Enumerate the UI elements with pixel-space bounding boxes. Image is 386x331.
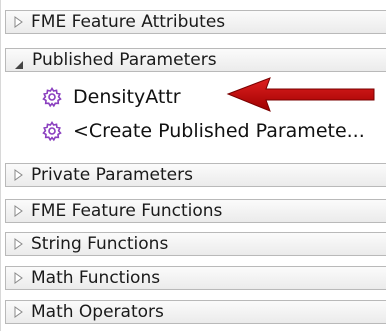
section-label: Private Parameters — [31, 165, 193, 185]
expand-arrow-icon[interactable] — [14, 272, 23, 284]
expand-arrow-icon[interactable] — [14, 16, 23, 28]
create-published-parameter-item[interactable]: <Create Published Paramete... — [41, 118, 365, 144]
section-label: FME Feature Attributes — [31, 12, 226, 32]
section-label: String Functions — [31, 234, 169, 254]
expand-arrow-icon[interactable] — [14, 169, 23, 181]
collapse-arrow-icon[interactable] — [14, 55, 24, 69]
parameter-label: DensityAttr — [73, 86, 181, 108]
section-label: Math Functions — [31, 268, 161, 288]
parameter-label: <Create Published Paramete... — [73, 120, 365, 142]
section-math-operators[interactable]: Math Operators — [5, 300, 386, 324]
parameter-gear-icon — [42, 87, 62, 108]
section-label: Math Operators — [31, 302, 164, 322]
section-private-parameters[interactable]: Private Parameters — [5, 163, 386, 187]
parameter-tree-panel: FME Feature Attributes Published Paramet… — [0, 0, 386, 331]
expand-arrow-icon[interactable] — [14, 205, 23, 217]
parameter-gear-icon — [42, 121, 62, 142]
section-string-functions[interactable]: String Functions — [5, 232, 386, 256]
section-published-parameters[interactable]: Published Parameters — [5, 48, 386, 72]
section-fme-feature-attributes[interactable]: FME Feature Attributes — [5, 10, 386, 34]
section-math-functions[interactable]: Math Functions — [5, 266, 386, 290]
parameter-item-densityattr[interactable]: DensityAttr — [41, 84, 181, 110]
section-label: FME Feature Functions — [31, 201, 223, 221]
expand-arrow-icon[interactable] — [14, 238, 23, 250]
expand-arrow-icon[interactable] — [14, 306, 23, 318]
section-label: Published Parameters — [32, 50, 217, 70]
red-arrow-icon — [226, 77, 375, 112]
section-fme-feature-functions[interactable]: FME Feature Functions — [5, 199, 386, 223]
